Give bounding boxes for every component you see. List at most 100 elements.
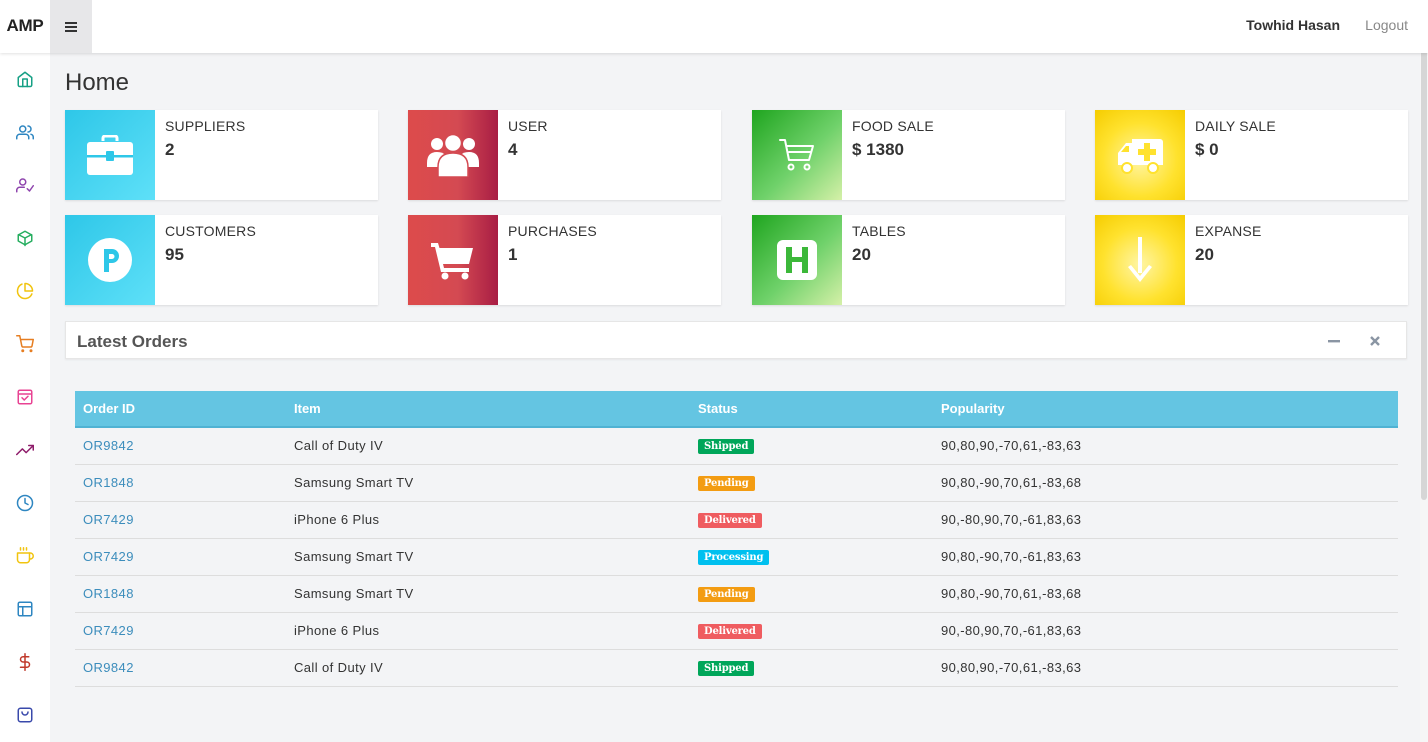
order-id-link[interactable]: OR9842 (83, 438, 134, 453)
card-purchases[interactable]: PURCHASES 1 (408, 215, 721, 305)
users-icon (16, 125, 34, 140)
clock-icon (16, 494, 34, 512)
status-badge: Pending (698, 476, 755, 491)
sidebar-item-tables[interactable] (0, 591, 50, 627)
ambulance-icon (1118, 139, 1163, 174)
page-scrollbar[interactable] (1420, 0, 1428, 742)
sidebar-item-menu[interactable] (0, 538, 50, 574)
item-cell: Samsung Smart TV (286, 464, 690, 502)
card-icon-box (1095, 110, 1185, 200)
card-tables[interactable]: TABLES 20 (752, 215, 1065, 305)
logout-link[interactable]: Logout (1365, 17, 1408, 33)
order-id-link[interactable]: OR1848 (83, 586, 134, 601)
table-row: OR7429 Samsung Smart TV Processing 90,80… (75, 538, 1398, 576)
brand-logo[interactable]: AMP (0, 0, 50, 53)
item-cell: Call of Duty IV (286, 649, 690, 687)
card-food-sale[interactable]: FOOD SALE $ 1380 (752, 110, 1065, 200)
column-header-status[interactable]: Status (690, 391, 933, 428)
card-value: 4 (508, 140, 518, 159)
card-icon-box (408, 110, 498, 200)
card-expanse[interactable]: EXPANSE 20 (1095, 215, 1408, 305)
sidebar-item-cart[interactable] (0, 326, 50, 362)
card-user[interactable]: USER 4 (408, 110, 721, 200)
arrow-down-icon (1128, 237, 1152, 282)
item-cell: Samsung Smart TV (286, 575, 690, 613)
card-value: 2 (165, 140, 175, 159)
popularity-cell: 90,80,90,-70,61,-83,63 (933, 427, 1398, 465)
order-id-link[interactable]: OR1848 (83, 475, 134, 490)
card-daily-sale[interactable]: DAILY SALE $ 0 (1095, 110, 1408, 200)
order-id-link[interactable]: OR7429 (83, 512, 134, 527)
card-icon-box (1095, 215, 1185, 305)
sidebar-item-orders[interactable] (0, 379, 50, 415)
card-label: PURCHASES (508, 223, 597, 239)
card-label: TABLES (852, 223, 906, 239)
column-header-item[interactable]: Item (286, 391, 690, 428)
status-badge: Pending (698, 587, 755, 602)
close-icon (1370, 336, 1380, 346)
briefcase-icon (87, 135, 133, 175)
latest-orders-header: Latest Orders (65, 321, 1407, 359)
close-button[interactable] (1366, 332, 1384, 350)
users-group-icon (427, 133, 479, 177)
layout-icon (17, 601, 33, 617)
sidebar (0, 53, 50, 742)
orders-table: Order ID Item Status Popularity OR9842 C… (75, 391, 1398, 687)
card-value: 1 (508, 245, 518, 264)
card-icon-box (65, 110, 155, 200)
user-name[interactable]: Towhid Hasan (1246, 17, 1340, 33)
coffee-icon (16, 547, 34, 564)
card-value: 95 (165, 245, 184, 264)
sidebar-item-expenses[interactable] (0, 644, 50, 680)
order-id-link[interactable]: OR7429 (83, 623, 134, 638)
card-label: FOOD SALE (852, 118, 934, 134)
card-label: SUPPLIERS (165, 118, 246, 134)
user-check-icon (16, 178, 34, 193)
card-label: DAILY SALE (1195, 118, 1276, 134)
sidebar-item-purchases[interactable] (0, 697, 50, 733)
sidebar-item-users[interactable] (0, 114, 50, 150)
card-value: 20 (852, 245, 871, 264)
menu-toggle-button[interactable] (50, 0, 92, 53)
status-badge: Processing (698, 550, 770, 565)
table-row: OR7429 iPhone 6 Plus Delivered 90,-80,90… (75, 612, 1398, 650)
order-id-link[interactable]: OR9842 (83, 660, 134, 675)
item-cell: iPhone 6 Plus (286, 612, 690, 650)
sidebar-item-reports[interactable] (0, 273, 50, 309)
box-icon (17, 230, 33, 247)
page-title: Home (65, 69, 130, 96)
cart-icon (431, 243, 473, 280)
sidebar-item-user-check[interactable] (0, 167, 50, 203)
shopping-cart-icon (779, 139, 814, 171)
sidebar-item-home[interactable] (0, 61, 50, 97)
sidebar-item-history[interactable] (0, 485, 50, 521)
collapse-button[interactable] (1325, 332, 1343, 350)
sidebar-item-trends[interactable] (0, 432, 50, 468)
card-icon-box (408, 215, 498, 305)
column-header-popularity[interactable]: Popularity (933, 391, 1398, 428)
table-header-row: Order ID Item Status Popularity (75, 391, 1398, 428)
popularity-cell: 90,-80,90,70,-61,83,63 (933, 501, 1398, 539)
table-row: OR7429 iPhone 6 Plus Delivered 90,-80,90… (75, 501, 1398, 539)
popularity-cell: 90,80,-90,70,-61,83,63 (933, 538, 1398, 576)
item-cell: iPhone 6 Plus (286, 501, 690, 539)
sidebar-item-products[interactable] (0, 220, 50, 256)
column-header-order-id[interactable]: Order ID (75, 391, 286, 428)
card-value: $ 0 (1195, 140, 1219, 159)
card-icon-box (752, 215, 842, 305)
table-row: OR9842 Call of Duty IV Shipped 90,80,90,… (75, 649, 1398, 687)
card-customers[interactable]: CUSTOMERS 95 (65, 215, 378, 305)
parking-icon (88, 238, 132, 282)
card-suppliers[interactable]: SUPPLIERS 2 (65, 110, 378, 200)
minus-icon (1328, 340, 1340, 343)
order-id-link[interactable]: OR7429 (83, 549, 134, 564)
status-badge: Shipped (698, 439, 755, 455)
item-cell: Call of Duty IV (286, 427, 690, 465)
pie-chart-icon (16, 282, 34, 300)
card-label: EXPANSE (1195, 223, 1262, 239)
popularity-cell: 90,80,-90,70,61,-83,68 (933, 464, 1398, 502)
item-cell: Samsung Smart TV (286, 538, 690, 576)
scrollbar-thumb[interactable] (1421, 10, 1427, 500)
shopping-bag-icon (17, 389, 33, 405)
dollar-icon (19, 653, 31, 671)
